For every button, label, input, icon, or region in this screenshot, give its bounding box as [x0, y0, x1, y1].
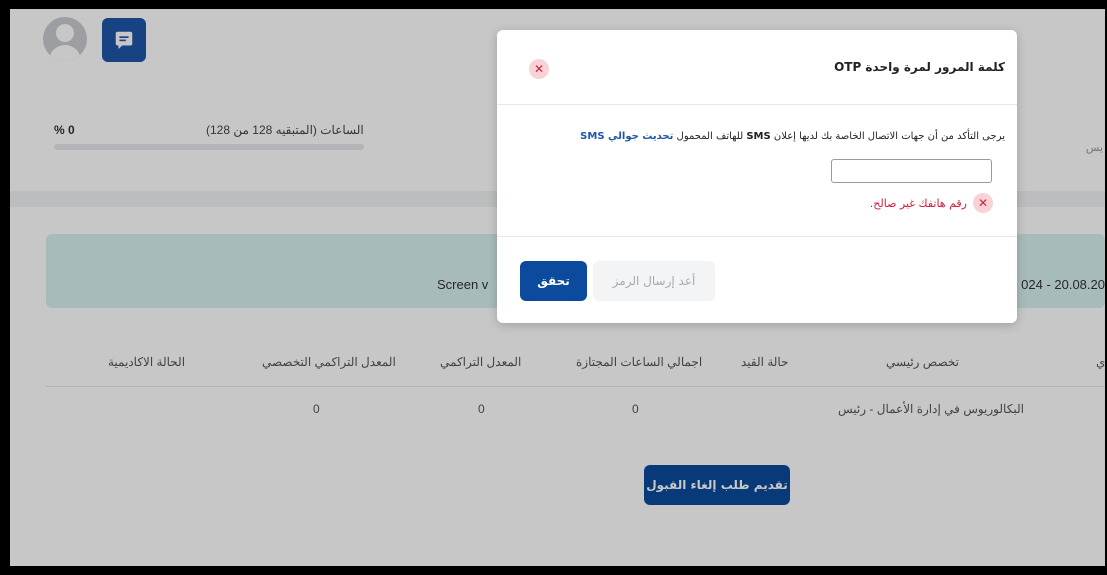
otp-instruction: يرجى التأكد من أن جهات الاتصال الخاصة بك… [580, 131, 1005, 142]
error-message: رقم هاتفك غير صالح. [869, 196, 967, 210]
resend-code-button[interactable]: أعد إرسال الرمز [593, 261, 715, 301]
close-icon[interactable]: ✕ [529, 59, 549, 79]
verify-button[interactable]: تحقق [520, 261, 587, 301]
otp-modal: ✕ كلمة المرور لمرة واحدة OTP يرجى التأكد… [497, 30, 1017, 323]
modal-footer-divider [497, 236, 1017, 237]
instruction-text-1: يرجى التأكد من أن جهات الاتصال الخاصة بك… [773, 131, 1005, 142]
instruction-text-2: للهاتف المحمول [676, 131, 744, 142]
update-mobile-link[interactable]: تحديث جوالي SMS [580, 131, 673, 142]
otp-input[interactable] [831, 159, 992, 183]
modal-header: ✕ كلمة المرور لمرة واحدة OTP [497, 30, 1017, 105]
phone-error: ✕ رقم هاتفك غير صالح. [870, 193, 993, 213]
app-frame: % 0 الساعات (المتبقيه 128 من 128) يس Scr… [10, 9, 1105, 566]
modal-title: كلمة المرور لمرة واحدة OTP [834, 60, 1005, 74]
error-icon: ✕ [973, 193, 993, 213]
instruction-sms: SMS [746, 131, 771, 142]
